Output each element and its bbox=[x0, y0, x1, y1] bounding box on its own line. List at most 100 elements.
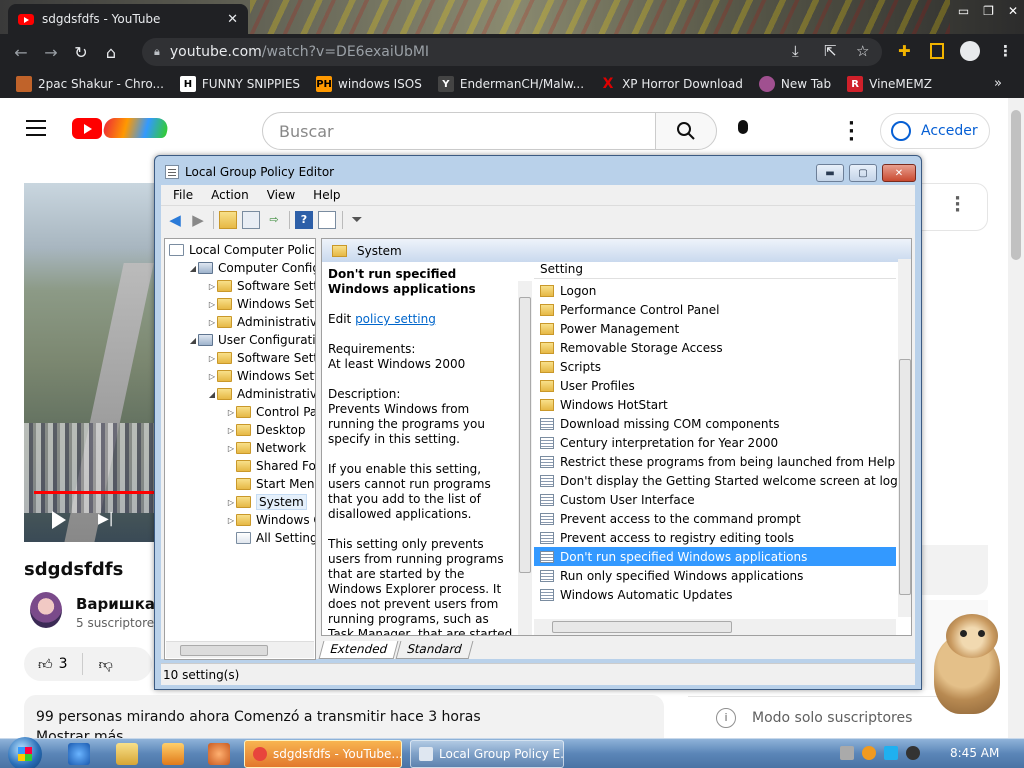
like-icon[interactable]: 👍︎ bbox=[38, 656, 53, 673]
tab-standard[interactable]: Standard bbox=[395, 641, 474, 659]
sign-in-button[interactable]: Acceder bbox=[880, 113, 990, 149]
internet-explorer-icon[interactable] bbox=[68, 743, 90, 765]
setting-folder-row[interactable]: User Profiles bbox=[534, 376, 896, 395]
tree-node[interactable]: ▷ System bbox=[226, 493, 307, 511]
expand-arrow-icon[interactable]: ▷ bbox=[207, 282, 217, 291]
expand-arrow-icon[interactable]: ▷ bbox=[226, 498, 236, 507]
back-arrow-icon[interactable]: ← bbox=[6, 43, 36, 62]
setting-column-header[interactable]: Setting bbox=[534, 259, 896, 279]
setting-row[interactable]: Don't run specified Windows applications bbox=[534, 547, 896, 566]
menu-action[interactable]: Action bbox=[211, 188, 249, 202]
next-icon[interactable]: ▶| bbox=[98, 511, 113, 527]
menu-help[interactable]: Help bbox=[313, 188, 340, 202]
bookmark-item[interactable]: New Tab bbox=[758, 76, 831, 92]
tab-extended[interactable]: Extended bbox=[318, 641, 399, 659]
tree-node[interactable]: ▷ Windows Cor bbox=[226, 511, 315, 529]
close-button[interactable]: ✕ bbox=[882, 164, 916, 182]
tree-node[interactable]: ▷ Software Settings bbox=[207, 277, 315, 295]
tree-node[interactable]: ▷ Software Settings bbox=[207, 349, 315, 367]
tab-close-icon[interactable]: ✕ bbox=[227, 12, 238, 27]
tree-node[interactable]: ▷ Desktop bbox=[226, 421, 306, 439]
more-options-icon[interactable]: · · · bbox=[848, 115, 855, 149]
tree-node[interactable]: ▷ Administrative Te bbox=[207, 313, 315, 331]
bookmark-item[interactable]: 2pac Shakur - Chro... bbox=[16, 76, 164, 92]
youtube-doodle-icon[interactable] bbox=[101, 118, 171, 138]
tree-node[interactable]: ▷ Windows Setting bbox=[207, 295, 315, 313]
start-button[interactable] bbox=[8, 737, 42, 768]
setting-folder-row[interactable]: Performance Control Panel bbox=[534, 300, 896, 319]
taskbar-item-gpedit[interactable]: Local Group Policy E... bbox=[410, 740, 564, 768]
setting-row[interactable]: Custom User Interface bbox=[534, 490, 896, 509]
setting-row[interactable]: Download missing COM components bbox=[534, 414, 896, 433]
show-hide-tree-icon[interactable] bbox=[242, 210, 260, 229]
tree-node[interactable]: All Settings bbox=[226, 529, 315, 547]
profile-avatar-icon[interactable] bbox=[960, 41, 980, 61]
help-icon[interactable]: ? bbox=[295, 210, 313, 229]
tree-node[interactable]: ◢ Computer Configura bbox=[188, 259, 315, 277]
paint-icon[interactable] bbox=[208, 743, 230, 765]
tree-node[interactable]: ◢ User Configuration bbox=[188, 331, 315, 349]
browser-tab[interactable]: sdgdsfdfs - YouTube ✕ bbox=[8, 4, 248, 34]
install-icon[interactable]: ⤓ bbox=[792, 42, 799, 60]
menu-file[interactable]: File bbox=[173, 188, 193, 202]
bookmark-item[interactable]: H FUNNY SNIPPIES bbox=[179, 76, 300, 92]
tree-horizontal-scrollbar[interactable] bbox=[166, 641, 314, 658]
tray-volume-icon[interactable] bbox=[906, 746, 920, 760]
channel-avatar[interactable] bbox=[30, 592, 62, 628]
list-vertical-scrollbar[interactable] bbox=[898, 259, 911, 617]
maximize-button[interactable]: ▢ bbox=[849, 164, 877, 182]
page-scrollbar[interactable] bbox=[1008, 98, 1024, 738]
chrome-menu-icon[interactable]: ⋮ bbox=[998, 42, 1013, 60]
properties-icon[interactable] bbox=[318, 210, 336, 229]
expand-arrow-icon[interactable]: ▷ bbox=[207, 372, 217, 381]
extensions-puzzle-icon[interactable]: ✚ bbox=[898, 42, 911, 60]
bookmark-item[interactable]: Y EndermanCH/Malw... bbox=[437, 76, 584, 92]
expand-arrow-icon[interactable]: ▷ bbox=[226, 516, 236, 525]
back-icon[interactable]: ◀ bbox=[166, 211, 184, 229]
setting-folder-row[interactable]: Power Management bbox=[534, 319, 896, 338]
minimize-button[interactable]: ▬ bbox=[816, 164, 844, 182]
bookmark-item[interactable]: PH windows ISOS bbox=[316, 76, 422, 92]
bookmark-item[interactable]: R VineMEMZ bbox=[847, 76, 932, 92]
setting-folder-row[interactable]: Logon bbox=[534, 281, 896, 300]
minimize-icon[interactable]: ▭ bbox=[958, 4, 969, 18]
expand-arrow-icon[interactable]: ▷ bbox=[226, 408, 236, 417]
tree-node[interactable]: ▷ Control Panel bbox=[226, 403, 315, 421]
tree-node[interactable]: Shared Folder bbox=[226, 457, 315, 475]
share-icon[interactable]: ⇱ bbox=[824, 42, 837, 60]
policy-tree[interactable]: All Settings ▷ Windows Cor ▷ System Start Men… bbox=[164, 238, 316, 660]
media-player-icon[interactable] bbox=[162, 743, 184, 765]
tray-search-icon[interactable] bbox=[862, 746, 876, 760]
expand-arrow-icon[interactable]: ▷ bbox=[226, 444, 236, 453]
up-folder-icon[interactable] bbox=[219, 210, 237, 229]
video-player[interactable]: ▶| bbox=[24, 183, 158, 542]
tray-network-icon[interactable] bbox=[840, 746, 854, 760]
filter-icon[interactable]: ⏷ bbox=[348, 211, 366, 229]
setting-folder-row[interactable]: Removable Storage Access bbox=[534, 338, 896, 357]
microphone-icon[interactable] bbox=[736, 120, 750, 142]
expand-arrow-icon[interactable]: ▷ bbox=[226, 426, 236, 435]
export-list-icon[interactable]: ⇨ bbox=[265, 211, 283, 229]
description-scrollbar[interactable] bbox=[518, 281, 532, 635]
expand-arrow-icon[interactable]: ◢ bbox=[188, 264, 198, 273]
expand-arrow-icon[interactable]: ▷ bbox=[207, 300, 217, 309]
search-input[interactable]: Buscar bbox=[262, 112, 656, 150]
list-horizontal-scrollbar[interactable] bbox=[534, 619, 896, 635]
tree-node[interactable]: Local Computer Policy bbox=[169, 241, 315, 259]
tray-monitor-icon[interactable] bbox=[884, 746, 898, 760]
taskbar-item-youtube[interactable]: sdgdsfdfs - YouTube... bbox=[244, 740, 402, 768]
menu-icon[interactable] bbox=[26, 120, 46, 141]
dislike-icon[interactable]: 👎︎ bbox=[99, 656, 113, 673]
setting-row[interactable]: Prevent access to registry editing tools bbox=[534, 528, 896, 547]
file-explorer-icon[interactable] bbox=[116, 743, 138, 765]
policy-setting-link[interactable]: policy setting bbox=[355, 312, 436, 326]
setting-row[interactable]: Don't display the Getting Started welcom… bbox=[534, 471, 911, 490]
video-progress-bar[interactable] bbox=[34, 491, 158, 494]
home-icon[interactable]: ⌂ bbox=[96, 43, 126, 62]
setting-row[interactable]: Run only specified Windows applications bbox=[534, 566, 896, 585]
sidepanel-icon[interactable] bbox=[930, 43, 944, 59]
setting-folder-row[interactable]: Scripts bbox=[534, 357, 896, 376]
channel-name[interactable]: Варишка bbox=[76, 595, 155, 613]
chat-menu-icon[interactable]: · · · bbox=[954, 190, 961, 220]
close-icon[interactable]: ✕ bbox=[1008, 4, 1018, 18]
